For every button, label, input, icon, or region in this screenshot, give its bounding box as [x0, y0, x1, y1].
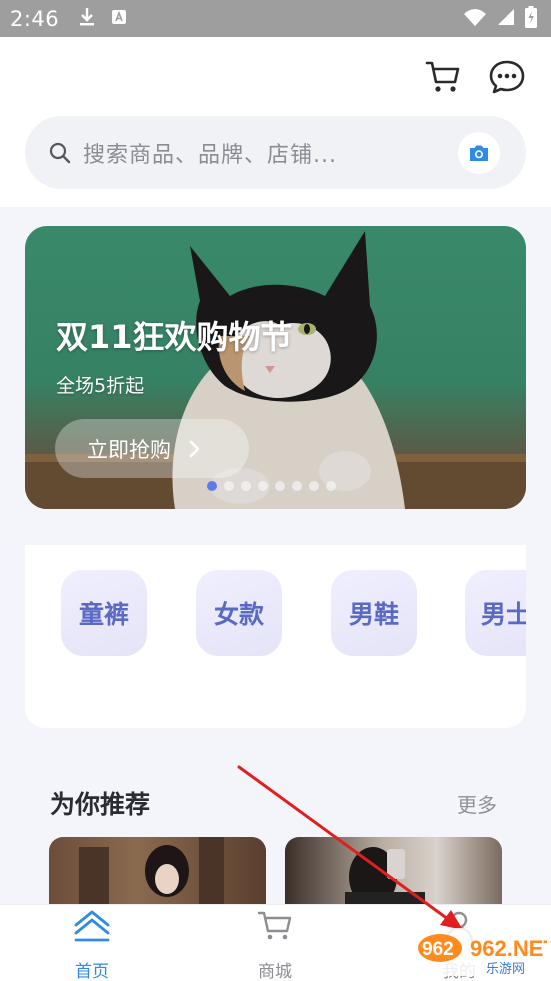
svg-text:962.NET: 962.NET — [470, 936, 547, 961]
pagination-dot[interactable] — [224, 481, 234, 491]
watermark-logo: 962 962.NET 乐游网 — [412, 928, 547, 976]
chevron-right-icon — [189, 440, 201, 458]
message-button[interactable] — [487, 57, 527, 97]
pagination-dot[interactable] — [309, 481, 319, 491]
a-box-icon — [111, 9, 127, 29]
buy-now-button[interactable]: 立即抢购 — [55, 419, 249, 478]
category-label: 男鞋 — [348, 600, 399, 629]
category-women[interactable]: 女款 — [196, 570, 282, 656]
app-header: 搜索商品、品牌、店铺... — [0, 37, 551, 207]
status-bar: 2:46 — [0, 0, 551, 37]
category-card: 童裤 女款 男鞋 男士 — [25, 545, 526, 728]
banner-title: 双11狂欢购物节 — [56, 318, 293, 356]
buy-now-label: 立即抢购 — [87, 437, 171, 462]
search-icon — [49, 142, 71, 163]
svg-text:962: 962 — [422, 939, 454, 960]
pagination-dot[interactable] — [292, 481, 302, 491]
pagination-dot[interactable] — [241, 481, 251, 491]
promo-banner[interactable]: 双11狂欢购物节 全场5折起 立即抢购 — [25, 226, 526, 509]
category-label: 童裤 — [78, 600, 129, 629]
product-card[interactable] — [285, 837, 502, 907]
category-label: 男士 — [481, 600, 526, 629]
product-card[interactable] — [49, 837, 266, 907]
product-image — [79, 837, 224, 907]
nav-mall[interactable]: 商城 — [215, 905, 335, 981]
battery-icon — [525, 5, 537, 32]
message-icon — [489, 60, 525, 94]
status-time: 2:46 — [10, 6, 60, 31]
svg-text:乐游网: 乐游网 — [486, 962, 525, 976]
pagination-dot[interactable] — [207, 481, 217, 491]
product-image — [345, 847, 425, 907]
cart-button[interactable] — [423, 57, 463, 97]
nav-mall-label: 商城 — [258, 962, 292, 981]
category-men[interactable]: 男士 — [465, 570, 526, 656]
home-icon — [73, 909, 111, 943]
category-label: 女款 — [213, 600, 264, 629]
status-notification-icons — [79, 7, 127, 31]
camera-search-button[interactable] — [458, 132, 500, 174]
download-icon — [79, 7, 95, 31]
recommend-title: 为你推荐 — [50, 790, 151, 819]
wifi-icon — [463, 7, 487, 31]
pagination-dot[interactable] — [326, 481, 336, 491]
signal-icon — [497, 8, 515, 30]
search-input[interactable]: 搜索商品、品牌、店铺... — [83, 137, 337, 169]
camera-icon — [470, 145, 488, 161]
pagination-dot[interactable] — [275, 481, 285, 491]
cart-icon — [425, 61, 460, 92]
nav-home[interactable]: 首页 — [32, 905, 152, 981]
category-men-shoes[interactable]: 男鞋 — [331, 570, 417, 656]
category-kids-pants[interactable]: 童裤 — [61, 570, 147, 656]
banner-pagination — [207, 481, 336, 491]
cart-icon — [257, 909, 293, 943]
status-system-icons — [463, 5, 537, 32]
nav-home-label: 首页 — [75, 962, 109, 981]
banner-subtitle: 全场5折起 — [56, 375, 145, 397]
more-link[interactable]: 更多 — [457, 789, 497, 818]
pagination-dot[interactable] — [258, 481, 268, 491]
search-bar[interactable]: 搜索商品、品牌、店铺... — [25, 116, 526, 189]
